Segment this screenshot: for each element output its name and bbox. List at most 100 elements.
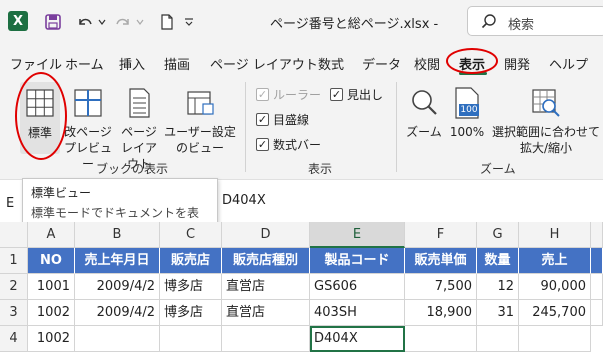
name-box[interactable]: E bbox=[6, 196, 14, 211]
table-cell-partial[interactable] bbox=[591, 274, 603, 300]
table-cell[interactable]: 博多店 bbox=[160, 300, 222, 326]
tab-draw[interactable]: 描画 bbox=[164, 54, 190, 73]
table-cell[interactable]: 1002 bbox=[28, 326, 75, 352]
group-divider bbox=[396, 82, 397, 172]
gridlines-check-icon: ✓ bbox=[256, 113, 269, 126]
zoom-button[interactable]: ズーム bbox=[404, 82, 444, 140]
annotation-circle-normal-button bbox=[15, 72, 67, 160]
ruler-check-icon: ✓ bbox=[256, 88, 269, 101]
table-cell[interactable]: 2009/4/2 bbox=[75, 274, 160, 300]
custom-views-button[interactable]: ユーザー設定 のビュー bbox=[164, 82, 236, 156]
table-header-cell[interactable]: NO bbox=[28, 248, 75, 274]
undo-icon[interactable] bbox=[74, 11, 96, 33]
custom-views-label-2: のビュー bbox=[175, 141, 224, 155]
table-header-cell[interactable]: 販売店 bbox=[160, 248, 222, 274]
tab-help[interactable]: ヘルプ bbox=[549, 54, 588, 73]
table-cell[interactable]: 直営店 bbox=[222, 300, 310, 326]
search-input[interactable]: 検索 bbox=[467, 6, 603, 36]
table-cell[interactable] bbox=[519, 326, 591, 352]
table-cell[interactable] bbox=[160, 326, 222, 352]
page-layout-label-1: ページ bbox=[121, 125, 157, 139]
row-header[interactable]: 4 bbox=[0, 326, 28, 352]
tab-data[interactable]: データ bbox=[362, 54, 401, 73]
table-cell[interactable]: 博多店 bbox=[160, 274, 222, 300]
zoom-100-button[interactable]: 100 100% bbox=[448, 82, 486, 140]
table-cell[interactable] bbox=[477, 326, 519, 352]
zoom-magnifier-icon bbox=[412, 90, 437, 115]
tab-review[interactable]: 校閲 bbox=[414, 54, 440, 73]
zoom-100-badge: 100 bbox=[459, 104, 479, 116]
group-label-zoom: ズーム bbox=[480, 162, 516, 176]
table-header-cell[interactable]: 製品コード bbox=[310, 248, 405, 274]
column-header[interactable]: H bbox=[519, 222, 591, 248]
ruler-label: ルーラー bbox=[273, 88, 322, 102]
column-header[interactable]: G bbox=[477, 222, 519, 248]
tab-file[interactable]: ファイル bbox=[10, 54, 62, 73]
row-header[interactable]: 1 bbox=[0, 248, 28, 274]
redo-icon[interactable] bbox=[112, 11, 134, 33]
table-cell[interactable] bbox=[222, 326, 310, 352]
tab-formulas[interactable]: 数式 bbox=[318, 54, 344, 73]
table-cell[interactable]: 12 bbox=[477, 274, 519, 300]
tab-page-layout[interactable]: ページ レイアウト bbox=[210, 54, 318, 73]
table-cell[interactable]: 245,700 bbox=[519, 300, 591, 326]
table-cell[interactable]: 31 bbox=[477, 300, 519, 326]
zoom-to-selection-button[interactable]: 選択範囲に合わせて 拡大/縮小 bbox=[490, 82, 602, 156]
column-header[interactable]: C bbox=[160, 222, 222, 248]
formula-input[interactable]: D404X bbox=[222, 193, 266, 208]
redo-dropdown-icon[interactable] bbox=[134, 11, 146, 33]
table-cell[interactable] bbox=[405, 326, 477, 352]
ruler-checkbox[interactable]: ✓ ルーラー bbox=[256, 86, 321, 103]
table-header-cell[interactable]: 売上 bbox=[519, 248, 591, 274]
annotation-circle-view-tab bbox=[446, 48, 498, 74]
zoom-to-selection-icon bbox=[532, 89, 560, 117]
excel-logo-icon: X bbox=[8, 11, 28, 31]
formula-bar-checkbox[interactable]: ✓ 数式バー bbox=[256, 136, 321, 153]
table-cell[interactable]: 1001 bbox=[28, 274, 75, 300]
table-cell[interactable]: 1002 bbox=[28, 300, 75, 326]
ribbon: 標準 改ページ プレビュー ページ レイアウト ユーザー設定 のビュー ブックの… bbox=[0, 76, 603, 180]
column-header[interactable]: F bbox=[405, 222, 477, 248]
custom-views-icon bbox=[187, 91, 214, 115]
table-header-cell[interactable]: 数量 bbox=[477, 248, 519, 274]
table-cell[interactable]: 90,000 bbox=[519, 274, 591, 300]
customize-toolbar-icon[interactable] bbox=[182, 11, 196, 33]
save-icon[interactable] bbox=[42, 11, 64, 33]
table-cell[interactable] bbox=[75, 326, 160, 352]
table-cell[interactable]: GS606 bbox=[310, 274, 405, 300]
tab-developer[interactable]: 開発 bbox=[504, 54, 530, 73]
table-cell[interactable]: 7,500 bbox=[405, 274, 477, 300]
column-header[interactable]: A bbox=[28, 222, 75, 248]
column-header[interactable]: D bbox=[222, 222, 310, 248]
zoom-to-selection-label-1: 選択範囲に合わせて bbox=[491, 125, 600, 139]
page-layout-button[interactable]: ページ レイアウト bbox=[116, 82, 162, 172]
document-title: ページ番号と総ページ.xlsx - bbox=[270, 17, 439, 32]
row-header[interactable]: 3 bbox=[0, 300, 28, 326]
new-file-icon[interactable] bbox=[156, 11, 178, 33]
tab-insert[interactable]: 挿入 bbox=[119, 54, 145, 73]
column-header-selected[interactable]: E bbox=[310, 222, 405, 248]
table-cell[interactable]: 403SH bbox=[310, 300, 405, 326]
select-all-corner[interactable] bbox=[0, 222, 28, 248]
gridlines-checkbox[interactable]: ✓ 目盛線 bbox=[256, 111, 309, 128]
group-label-book-views: ブックの表示 bbox=[96, 162, 169, 176]
table-header-cell[interactable]: 売上年月日 bbox=[75, 248, 160, 274]
active-cell[interactable]: D404X bbox=[310, 326, 405, 352]
page-break-preview-button[interactable]: 改ページ プレビュー bbox=[62, 82, 114, 172]
table-cell[interactable]: 18,900 bbox=[405, 300, 477, 326]
headings-checkbox[interactable]: ✓ 見出し bbox=[330, 86, 383, 103]
undo-dropdown-icon[interactable] bbox=[96, 11, 108, 33]
gridlines-label: 目盛線 bbox=[273, 113, 310, 127]
table-cell[interactable]: 2009/4/2 bbox=[75, 300, 160, 326]
table-header-cell[interactable]: 販売単価 bbox=[405, 248, 477, 274]
table-cell-partial[interactable] bbox=[591, 300, 603, 326]
row-header[interactable]: 2 bbox=[0, 274, 28, 300]
page-break-preview-label-1: 改ページ bbox=[64, 125, 112, 139]
tab-home[interactable]: ホーム bbox=[65, 54, 104, 73]
zoom-label: ズーム bbox=[406, 125, 442, 139]
table-header-cell[interactable]: 販売店種別 bbox=[222, 248, 310, 274]
table-cell[interactable]: 直営店 bbox=[222, 274, 310, 300]
column-header-partial[interactable] bbox=[591, 222, 603, 248]
table-header-cell-partial[interactable] bbox=[591, 248, 603, 274]
column-header[interactable]: B bbox=[75, 222, 160, 248]
